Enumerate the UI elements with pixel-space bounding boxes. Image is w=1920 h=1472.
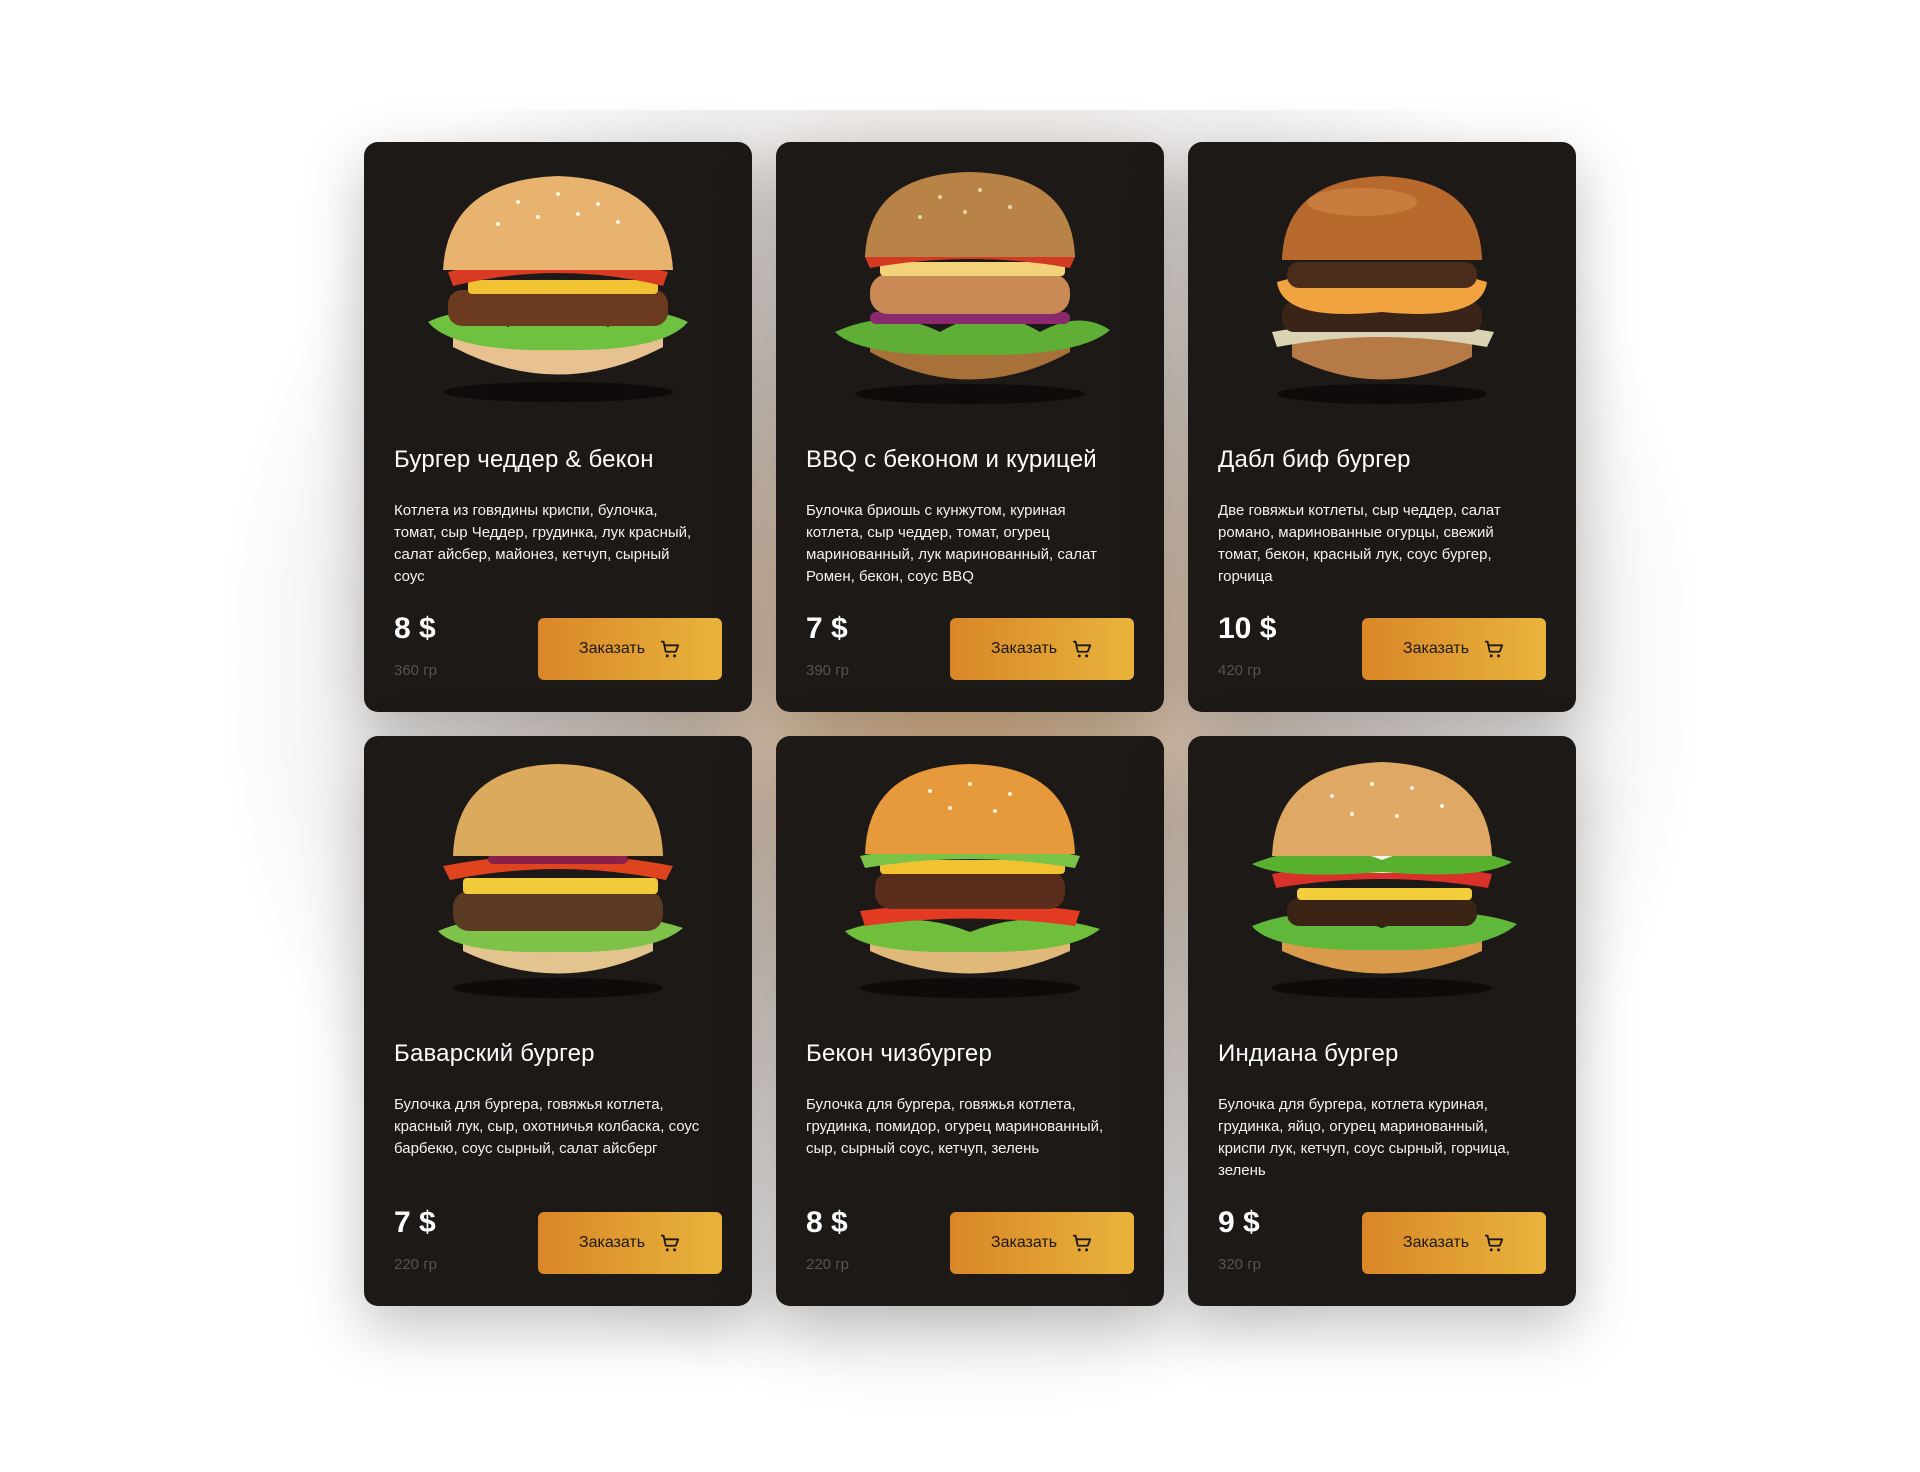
product-title: Бургер чеддер & бекон — [394, 446, 654, 473]
burger-image — [820, 162, 1120, 412]
product-description: Булочка для бургера, котлета куриная, гр… — [1218, 1096, 1510, 1179]
order-button[interactable]: Заказать — [1362, 618, 1546, 680]
burger-image — [820, 756, 1120, 1006]
product-weight: 420 гр — [1218, 662, 1262, 679]
product-weight: 360 гр — [394, 662, 438, 679]
product-card: Бургер чеддер & бекон Котлета из говядин… — [364, 142, 752, 712]
order-button[interactable]: Заказать — [1362, 1212, 1546, 1274]
cart-icon — [660, 640, 680, 658]
order-button-label: Заказать — [1402, 640, 1470, 657]
product-grid: Бургер чеддер & бекон Котлета из говядин… — [364, 142, 1576, 1306]
order-button[interactable]: Заказать — [950, 618, 1134, 680]
burger-image — [408, 756, 708, 1006]
order-button-label: Заказать — [990, 640, 1058, 657]
cart-icon — [1484, 1234, 1504, 1252]
order-button[interactable]: Заказать — [538, 618, 722, 680]
cart-icon — [1484, 640, 1504, 658]
product-price: 9 $ — [1218, 1206, 1260, 1239]
product-weight: 320 гр — [1218, 1256, 1262, 1273]
product-price: 8 $ — [394, 612, 436, 645]
product-description: Котлета из говядины криспи, булочка, том… — [394, 502, 692, 585]
order-button-label: Заказать — [578, 1234, 646, 1251]
order-button[interactable]: Заказать — [538, 1212, 722, 1274]
product-price: 8 $ — [806, 1206, 848, 1239]
product-card: Бекон чизбургер Булочка для бургера, гов… — [776, 736, 1164, 1306]
burger-image — [1232, 756, 1532, 1006]
product-price: 10 $ — [1218, 612, 1277, 645]
product-weight: 220 гр — [394, 1256, 438, 1273]
product-title: BBQ с беконом и курицей — [806, 446, 1097, 473]
product-description: Две говяжьи котлеты, сыр чеддер, салат р… — [1218, 502, 1501, 585]
cart-icon — [1072, 1234, 1092, 1252]
product-title: Дабл биф бургер — [1218, 446, 1411, 473]
product-description: Булочка для бургера, говяжья котлета, кр… — [394, 1096, 700, 1157]
burger-image — [1232, 162, 1532, 412]
product-card: Дабл биф бургер Две говяжьи котлеты, сыр… — [1188, 142, 1576, 712]
order-button-label: Заказать — [990, 1234, 1058, 1251]
order-button-label: Заказать — [578, 640, 646, 657]
product-card: Баварский бургер Булочка для бургера, го… — [364, 736, 752, 1306]
order-button[interactable]: Заказать — [950, 1212, 1134, 1274]
product-card: Индиана бургер Булочка для бургера, котл… — [1188, 736, 1576, 1306]
product-price: 7 $ — [806, 612, 848, 645]
product-description: Булочка бриошь с кунжутом, куриная котле… — [806, 502, 1097, 585]
product-card: BBQ с беконом и курицей Булочка бриошь с… — [776, 142, 1164, 712]
product-description: Булочка для бургера, говяжья котлета, гр… — [806, 1096, 1104, 1157]
cart-icon — [660, 1234, 680, 1252]
product-weight: 390 гр — [806, 662, 850, 679]
product-weight: 220 гр — [806, 1256, 850, 1273]
burger-image — [408, 162, 708, 412]
cart-icon — [1072, 640, 1092, 658]
product-title: Индиана бургер — [1218, 1040, 1399, 1067]
order-button-label: Заказать — [1402, 1234, 1470, 1251]
product-title: Бекон чизбургер — [806, 1040, 992, 1067]
product-title: Баварский бургер — [394, 1040, 595, 1067]
product-price: 7 $ — [394, 1206, 436, 1239]
